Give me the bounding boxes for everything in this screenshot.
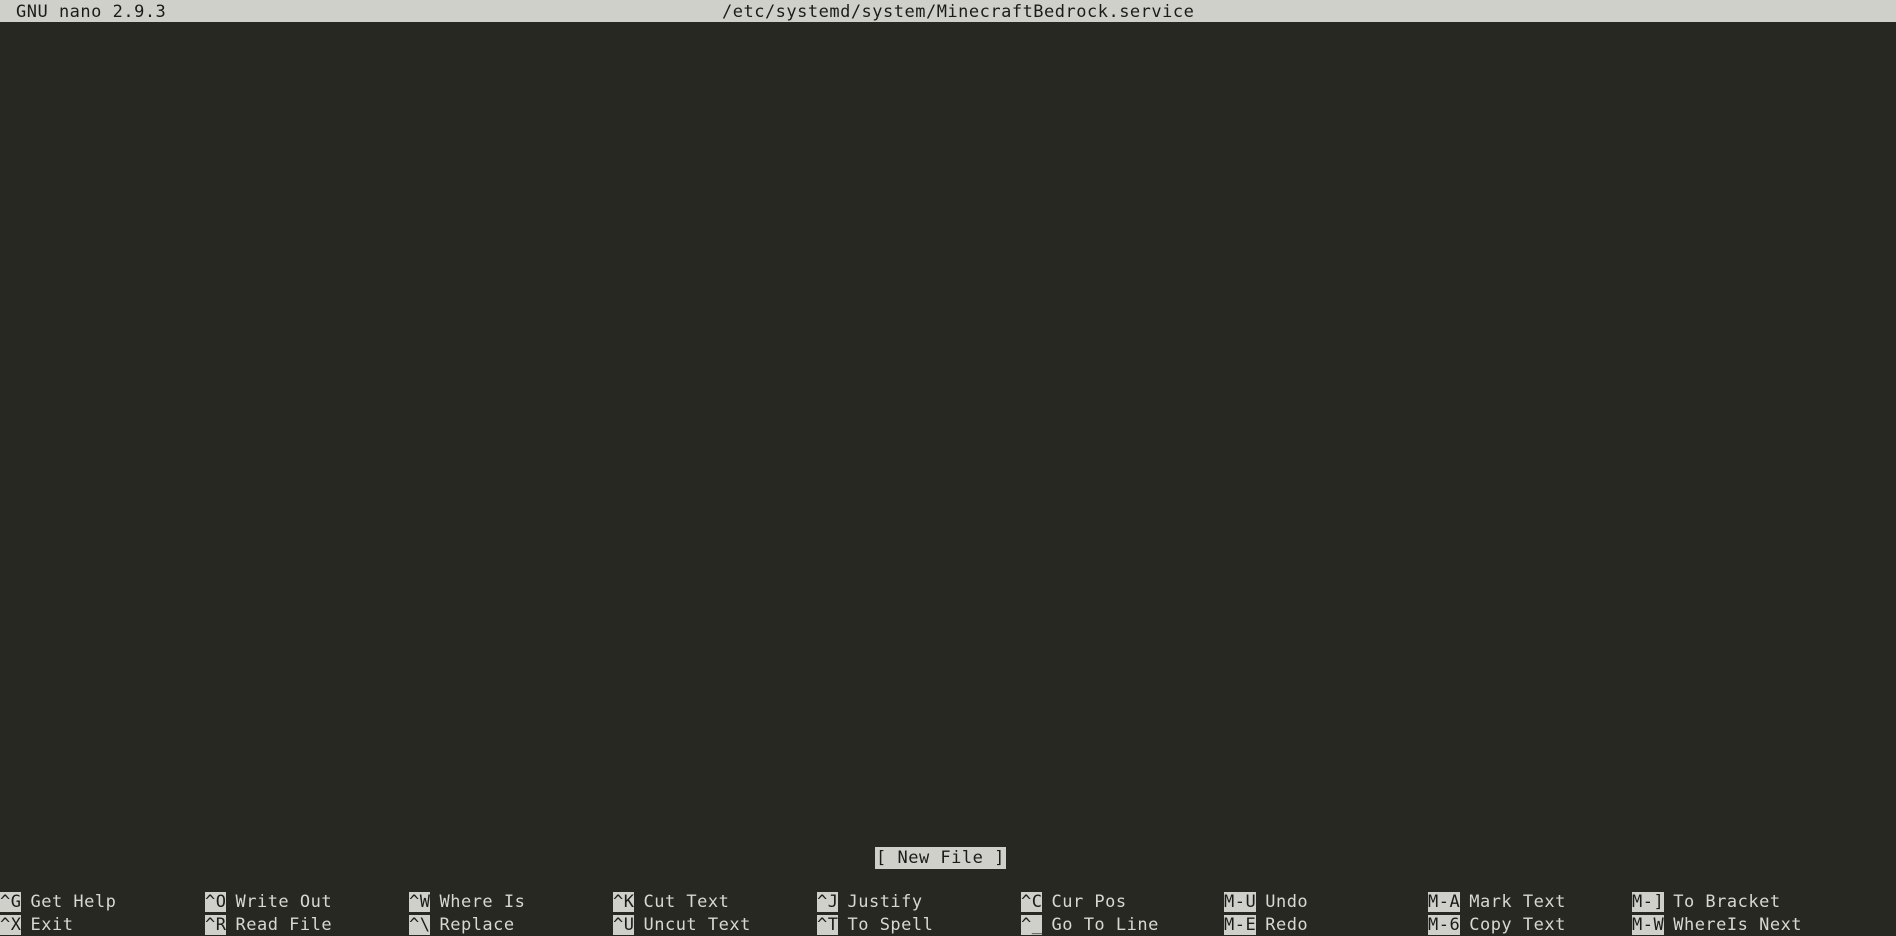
shortcut-label: Get Help (30, 892, 117, 912)
shortcut-key-badge: ^K (613, 892, 635, 912)
text-editing-area[interactable] (0, 22, 1896, 847)
shortcut-key-badge: M-A (1428, 892, 1461, 912)
shortcut-replace[interactable]: ^\ Replace (409, 914, 515, 936)
shortcut-to-spell[interactable]: ^T To Spell (817, 914, 933, 936)
shortcut-key-badge: M-] (1632, 892, 1665, 912)
shortcut-cut-text[interactable]: ^K Cut Text (613, 891, 729, 914)
shortcut-label: Copy Text (1469, 915, 1566, 935)
shortcut-row-primary: ^G Get Help ^O Write Out ^W Where Is ^K Cut Tex… (0, 891, 1896, 914)
shortcut-label: Uncut Text (643, 915, 751, 935)
shortcut-label: Go To Line (1051, 915, 1159, 935)
title-bar: GNU nano 2.9.3 /etc/systemd/system/Minec… (0, 0, 1896, 22)
nano-version-label: GNU nano 2.9.3 (16, 2, 167, 22)
shortcut-write-out[interactable]: ^O Write Out (205, 891, 332, 914)
shortcut-justify[interactable]: ^J Justify (817, 891, 923, 914)
shortcut-to-bracket[interactable]: M-] To Bracket (1632, 891, 1781, 914)
shortcut-label: Redo (1265, 915, 1309, 935)
open-file-path: /etc/systemd/system/MinecraftBedrock.ser… (722, 2, 1195, 22)
shortcut-get-help[interactable]: ^G Get Help (0, 891, 116, 914)
shortcut-cur-pos[interactable]: ^C Cur Pos (1021, 891, 1127, 914)
shortcut-label: Write Out (235, 892, 333, 912)
shortcut-whereis-next[interactable]: M-W WhereIs Next (1632, 914, 1802, 936)
shortcut-key-badge: ^X (0, 915, 22, 935)
shortcut-label: Exit (30, 915, 74, 935)
shortcut-row-secondary: ^X Exit ^R Read File ^\ Replace ^U Uncut Text ^T… (0, 914, 1896, 936)
shortcut-key-badge: ^G (0, 892, 22, 912)
nano-terminal-screen: GNU nano 2.9.3 /etc/systemd/system/Minec… (0, 0, 1896, 936)
shortcut-label: Justify (847, 892, 923, 912)
shortcut-label: WhereIs Next (1673, 915, 1803, 935)
shortcut-label: Read File (235, 915, 333, 935)
shortcut-label: Mark Text (1469, 892, 1566, 912)
shortcut-key-badge: ^\ (409, 915, 431, 935)
shortcut-key-badge: ^W (409, 892, 431, 912)
status-message-line: [ New File ] (0, 847, 1896, 869)
shortcut-undo[interactable]: M-U Undo (1224, 891, 1308, 914)
shortcut-exit[interactable]: ^X Exit (0, 914, 73, 936)
shortcut-label: Where Is (439, 892, 526, 912)
shortcut-go-to-line[interactable]: ^_ Go To Line (1021, 914, 1159, 936)
shortcut-mark-text[interactable]: M-A Mark Text (1428, 891, 1566, 914)
shortcut-key-badge: ^U (613, 915, 635, 935)
shortcut-label: Cur Pos (1051, 892, 1127, 912)
shortcut-where-is[interactable]: ^W Where Is (409, 891, 525, 914)
shortcut-key-badge: ^O (205, 892, 227, 912)
shortcut-key-badge: ^_ (1021, 915, 1043, 935)
shortcut-label: Undo (1265, 892, 1309, 912)
shortcut-label: Replace (439, 915, 515, 935)
shortcut-key-badge: ^T (817, 915, 839, 935)
shortcut-read-file[interactable]: ^R Read File (205, 914, 332, 936)
shortcut-label: Cut Text (643, 892, 730, 912)
shortcut-key-badge: M-W (1632, 915, 1665, 935)
shortcut-key-badge: ^R (205, 915, 227, 935)
shortcut-label: To Bracket (1673, 892, 1781, 912)
shortcut-key-badge: ^J (817, 892, 839, 912)
shortcut-uncut-text[interactable]: ^U Uncut Text (613, 914, 751, 936)
shortcut-help-bar: ^G Get Help ^O Write Out ^W Where Is ^K Cut Tex… (0, 891, 1896, 936)
shortcut-label: To Spell (847, 915, 934, 935)
shortcut-key-badge: ^C (1021, 892, 1043, 912)
shortcut-redo[interactable]: M-E Redo (1224, 914, 1308, 936)
shortcut-key-badge: M-E (1224, 915, 1257, 935)
shortcut-copy-text[interactable]: M-6 Copy Text (1428, 914, 1566, 936)
shortcut-key-badge: M-U (1224, 892, 1257, 912)
status-badge: [ New File ] (875, 847, 1006, 869)
shortcut-key-badge: M-6 (1428, 915, 1461, 935)
